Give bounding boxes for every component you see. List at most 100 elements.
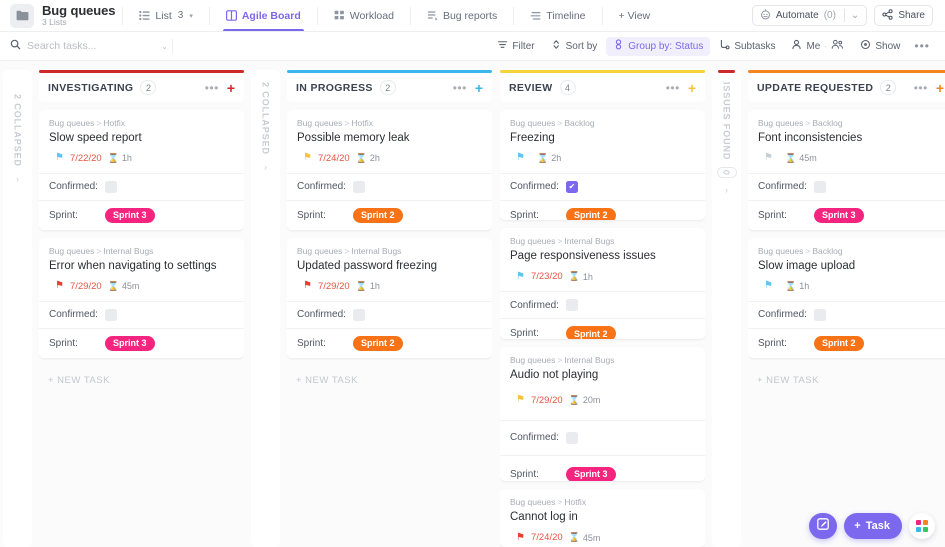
confirmed-checkbox[interactable] xyxy=(105,309,117,321)
card-time-estimate[interactable]: ⌛1h xyxy=(108,153,132,164)
priority-flag-icon[interactable]: ⚑ xyxy=(516,533,525,543)
add-view-button[interactable]: + View xyxy=(610,10,660,22)
priority-flag-icon[interactable]: ⚑ xyxy=(764,153,773,163)
add-task-fab-button[interactable]: + Task xyxy=(844,513,902,539)
sprint-tag[interactable]: Sprint 3 xyxy=(566,467,616,481)
task-card[interactable]: Bug queues>Hotfix Possible memory leak ⚑… xyxy=(287,110,492,230)
column-more-button[interactable]: ••• xyxy=(453,84,467,92)
compose-fab-button[interactable] xyxy=(809,513,837,539)
search-input[interactable] xyxy=(27,40,139,52)
priority-flag-icon[interactable]: ⚑ xyxy=(55,153,64,163)
card-due-date[interactable]: 7/29/20 xyxy=(531,395,563,406)
chevron-down-icon[interactable]: ⌄ xyxy=(851,10,859,21)
task-card[interactable]: Bug queues>Backlog Freezing ⚑ ⌛2h Confir… xyxy=(500,110,705,220)
group-by-button[interactable]: Group by: Status xyxy=(606,37,710,56)
field-label-confirmed: Confirmed: xyxy=(510,432,566,443)
sprint-tag[interactable]: Sprint 3 xyxy=(814,208,864,223)
card-time-estimate[interactable]: ⌛45m xyxy=(569,532,601,543)
card-time-estimate[interactable]: ⌛20m xyxy=(569,395,601,406)
tab-bug-reports[interactable]: Bug reports xyxy=(418,0,506,31)
subtasks-button[interactable]: Subtasks xyxy=(712,37,782,56)
new-task-button[interactable]: + NEW TASK xyxy=(287,375,492,386)
new-task-button[interactable]: + NEW TASK xyxy=(39,375,244,386)
card-time-estimate[interactable]: ⌛1h xyxy=(569,271,593,282)
confirmed-checkbox[interactable] xyxy=(566,299,578,311)
show-button[interactable]: Show xyxy=(853,37,907,56)
chevron-right-icon[interactable]: › xyxy=(725,185,728,195)
card-title: Freezing xyxy=(510,131,695,146)
sprint-tag[interactable]: Sprint 2 xyxy=(814,336,864,351)
automate-button[interactable]: Automate (0) ⌄ xyxy=(752,5,867,26)
apps-fab-button[interactable] xyxy=(909,513,935,539)
task-card[interactable]: Bug queues>Backlog Font inconsistencies … xyxy=(748,110,945,230)
column-add-task-button[interactable]: + xyxy=(227,83,235,93)
search-box[interactable]: ⌄ xyxy=(10,37,168,55)
tab-workload[interactable]: Workload xyxy=(325,0,403,31)
me-filter-button[interactable]: Me · xyxy=(784,37,851,56)
column-more-button[interactable]: ••• xyxy=(666,84,680,92)
task-card[interactable]: Bug queues>Internal Bugs Error when navi… xyxy=(39,238,244,358)
sprint-tag[interactable]: Sprint 2 xyxy=(566,208,616,220)
task-card[interactable]: Bug queues>Hotfix Cannot log in ⚑ 7/24/2… xyxy=(500,489,705,547)
card-time-estimate[interactable]: ⌛1h xyxy=(356,281,380,292)
chevron-right-icon[interactable]: › xyxy=(264,162,267,172)
tab-timeline[interactable]: Timeline xyxy=(521,0,594,31)
sprint-tag[interactable]: Sprint 3 xyxy=(105,336,155,351)
priority-flag-icon[interactable]: ⚑ xyxy=(764,281,773,291)
sprint-tag[interactable]: Sprint 2 xyxy=(566,326,616,338)
more-options-button[interactable]: ••• xyxy=(909,37,935,56)
task-card[interactable]: Bug queues>Internal Bugs Audio not playi… xyxy=(500,347,705,481)
sort-button[interactable]: Sort by xyxy=(544,37,605,56)
card-due-date[interactable]: 7/29/20 xyxy=(318,281,350,292)
collapsed-group-left[interactable]: 2 COLLAPSED › xyxy=(3,70,32,547)
task-card[interactable]: Bug queues>Internal Bugs Updated passwor… xyxy=(287,238,492,358)
confirmed-checkbox[interactable]: ✔ xyxy=(566,181,578,193)
card-due-date[interactable]: 7/24/20 xyxy=(318,153,350,164)
tab-agile-board[interactable]: Agile Board xyxy=(217,0,310,31)
confirmed-checkbox[interactable] xyxy=(814,309,826,321)
card-due-date[interactable]: 7/22/20 xyxy=(70,153,102,164)
confirmed-checkbox[interactable] xyxy=(353,309,365,321)
board-icon xyxy=(226,10,237,21)
breadcrumb-root: Bug queues xyxy=(758,118,803,128)
card-due-date[interactable]: 7/29/20 xyxy=(70,281,102,292)
me-label: Me xyxy=(806,41,820,52)
priority-flag-icon[interactable]: ⚑ xyxy=(55,281,64,291)
sprint-tag[interactable]: Sprint 2 xyxy=(353,336,403,351)
card-time-estimate[interactable]: ⌛1h xyxy=(785,281,809,292)
card-time-estimate[interactable]: ⌛2h xyxy=(356,153,380,164)
chevron-down-icon[interactable]: ⌄ xyxy=(161,42,168,51)
task-card[interactable]: Bug queues>Backlog Slow image upload ⚑ ⌛… xyxy=(748,238,945,358)
sprint-tag[interactable]: Sprint 2 xyxy=(353,208,403,223)
card-time-estimate[interactable]: ⌛45m xyxy=(785,153,817,164)
card-due-date[interactable]: 7/23/20 xyxy=(531,271,563,282)
card-due-date[interactable]: 7/24/20 xyxy=(531,532,563,543)
new-task-button[interactable]: + NEW TASK xyxy=(748,375,945,386)
tab-list[interactable]: List 3 ▾ xyxy=(130,0,201,31)
priority-flag-icon[interactable]: ⚑ xyxy=(516,395,525,405)
task-card[interactable]: Bug queues>Hotfix Slow speed report ⚑ 7/… xyxy=(39,110,244,230)
priority-flag-icon[interactable]: ⚑ xyxy=(303,281,312,291)
confirmed-checkbox[interactable] xyxy=(353,181,365,193)
share-button[interactable]: Share xyxy=(874,5,933,26)
card-time-estimate[interactable]: ⌛2h xyxy=(537,153,561,164)
column-add-task-button[interactable]: + xyxy=(688,83,696,93)
chevron-down-icon[interactable]: ▾ xyxy=(189,12,193,20)
column-more-button[interactable]: ••• xyxy=(205,84,219,92)
task-card[interactable]: Bug queues>Internal Bugs Page responsive… xyxy=(500,228,705,338)
sprint-tag[interactable]: Sprint 3 xyxy=(105,208,155,223)
confirmed-checkbox[interactable] xyxy=(105,181,117,193)
confirmed-checkbox[interactable] xyxy=(814,181,826,193)
collapsed-group-mid[interactable]: 2 COLLAPSED › xyxy=(251,70,280,547)
column-add-task-button[interactable]: + xyxy=(475,83,483,93)
confirmed-checkbox[interactable] xyxy=(566,432,578,444)
collapsed-group-issues-found[interactable]: ISSUES FOUND 0 › xyxy=(712,70,741,547)
priority-flag-icon[interactable]: ⚑ xyxy=(303,153,312,163)
priority-flag-icon[interactable]: ⚑ xyxy=(516,272,525,282)
column-more-button[interactable]: ••• xyxy=(914,84,928,92)
filter-button[interactable]: Filter xyxy=(490,37,541,56)
card-time-estimate[interactable]: ⌛45m xyxy=(108,281,140,292)
column-add-task-button[interactable]: + xyxy=(936,83,944,93)
chevron-right-icon[interactable]: › xyxy=(16,174,19,184)
priority-flag-icon[interactable]: ⚑ xyxy=(516,153,525,163)
